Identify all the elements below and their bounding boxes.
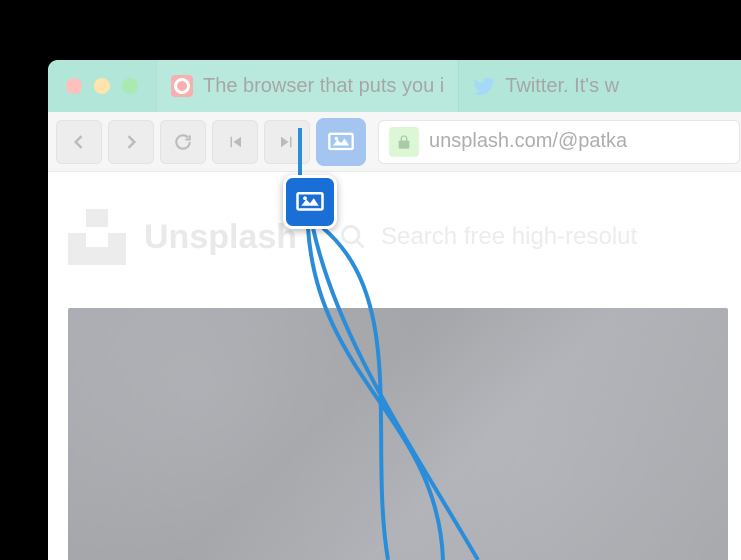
tab-vivaldi[interactable]: The browser that puts you i [156, 60, 458, 112]
search-placeholder: Search free high-resolut [381, 223, 637, 251]
back-button[interactable] [56, 120, 102, 164]
forward-button[interactable] [108, 120, 154, 164]
site-header: Unsplash Search free high-resolut [68, 190, 728, 284]
tab-twitter[interactable]: Twitter. It's w [458, 60, 633, 112]
rewind-button[interactable] [212, 120, 258, 164]
capture-highlight-icon [283, 175, 337, 229]
unsplash-logo-icon [68, 209, 126, 265]
fastforward-button[interactable] [264, 120, 310, 164]
search-icon [339, 223, 367, 251]
toolbar: unsplash.com/@patka [48, 112, 741, 172]
reload-button[interactable] [160, 120, 206, 164]
title-bar: The browser that puts you i Twitter. It'… [48, 60, 741, 112]
minimize-window-button[interactable] [94, 78, 110, 94]
url-bar[interactable]: unsplash.com/@patka [378, 120, 740, 164]
page-content: Unsplash Search free high-resolut [48, 172, 741, 560]
twitter-icon [473, 75, 495, 97]
close-window-button[interactable] [66, 78, 82, 94]
tab-title: Twitter. It's w [505, 75, 619, 98]
brand-name: Unsplash [144, 218, 297, 257]
tab-title: The browser that puts you i [203, 75, 444, 98]
browser-window: The browser that puts you i Twitter. It'… [48, 60, 741, 560]
window-controls [48, 60, 156, 112]
url-text: unsplash.com/@patka [429, 130, 627, 153]
lock-icon [389, 127, 419, 157]
hero-photo[interactable] [68, 308, 728, 560]
vivaldi-icon [171, 75, 193, 97]
maximize-window-button[interactable] [122, 78, 138, 94]
capture-button[interactable] [316, 118, 366, 166]
search-box[interactable]: Search free high-resolut [339, 223, 637, 251]
